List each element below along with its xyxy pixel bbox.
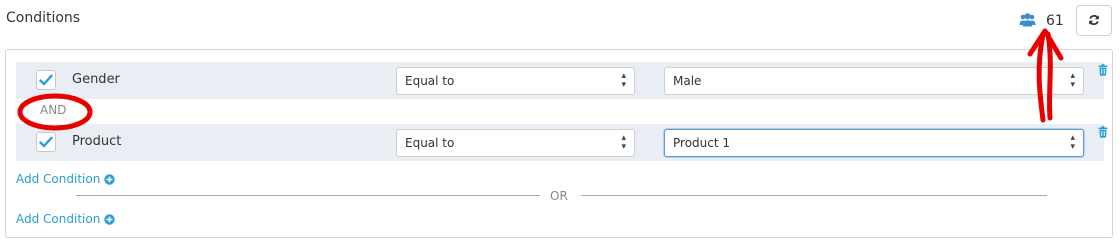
- add-condition-label: Add Condition: [16, 172, 101, 186]
- select-arrows-icon: ▴ ▾: [1070, 71, 1075, 90]
- value-select-value: Male: [673, 74, 702, 88]
- operator-select-value: Equal to: [405, 136, 455, 150]
- or-divider-label: OR: [550, 189, 568, 203]
- condition-row: Product Equal to ▴ ▾ Product 1 ▴ ▾: [16, 124, 1108, 161]
- condition-checkbox[interactable]: [36, 132, 56, 152]
- delete-condition-button[interactable]: [1096, 63, 1110, 77]
- condition-checkbox[interactable]: [36, 70, 56, 90]
- or-divider-right: [581, 195, 1047, 196]
- and-joiner-label: AND: [40, 103, 67, 117]
- operator-select[interactable]: Equal to ▴ ▾: [396, 67, 635, 95]
- refresh-button[interactable]: [1076, 5, 1112, 36]
- select-arrows-icon: ▴ ▾: [1070, 133, 1075, 152]
- audience-count: 61: [1046, 13, 1064, 29]
- conditions-panel: Gender Equal to ▴ ▾ Male ▴ ▾ AND Product…: [5, 49, 1113, 238]
- trash-icon: [1098, 126, 1108, 138]
- conditions-title: Conditions: [6, 10, 81, 26]
- condition-row: Gender Equal to ▴ ▾ Male ▴ ▾: [16, 62, 1108, 99]
- select-arrows-icon: ▴ ▾: [621, 133, 626, 152]
- add-condition-label: Add Condition: [16, 212, 101, 226]
- value-select-value: Product 1: [673, 136, 731, 150]
- delete-condition-button[interactable]: [1096, 125, 1110, 139]
- or-divider-left: [76, 195, 540, 196]
- refresh-icon: [1088, 11, 1100, 30]
- users-icon: [1019, 12, 1036, 31]
- value-select[interactable]: Male ▴ ▾: [664, 67, 1084, 95]
- audience-count-group: 61: [1019, 11, 1064, 31]
- add-condition-link[interactable]: Add Condition: [16, 172, 116, 186]
- checkmark-icon: [39, 136, 53, 148]
- operator-select[interactable]: Equal to ▴ ▾: [396, 129, 635, 157]
- condition-field-label: Gender: [72, 72, 120, 87]
- value-select[interactable]: Product 1 ▴ ▾: [664, 129, 1084, 157]
- condition-field-label: Product: [72, 134, 122, 149]
- checkmark-icon: [39, 74, 53, 86]
- operator-select-value: Equal to: [405, 74, 455, 88]
- select-arrows-icon: ▴ ▾: [621, 71, 626, 90]
- plus-circle-icon: [104, 173, 116, 185]
- plus-circle-icon: [104, 213, 116, 225]
- trash-icon: [1098, 64, 1108, 76]
- add-condition-link[interactable]: Add Condition: [16, 212, 116, 226]
